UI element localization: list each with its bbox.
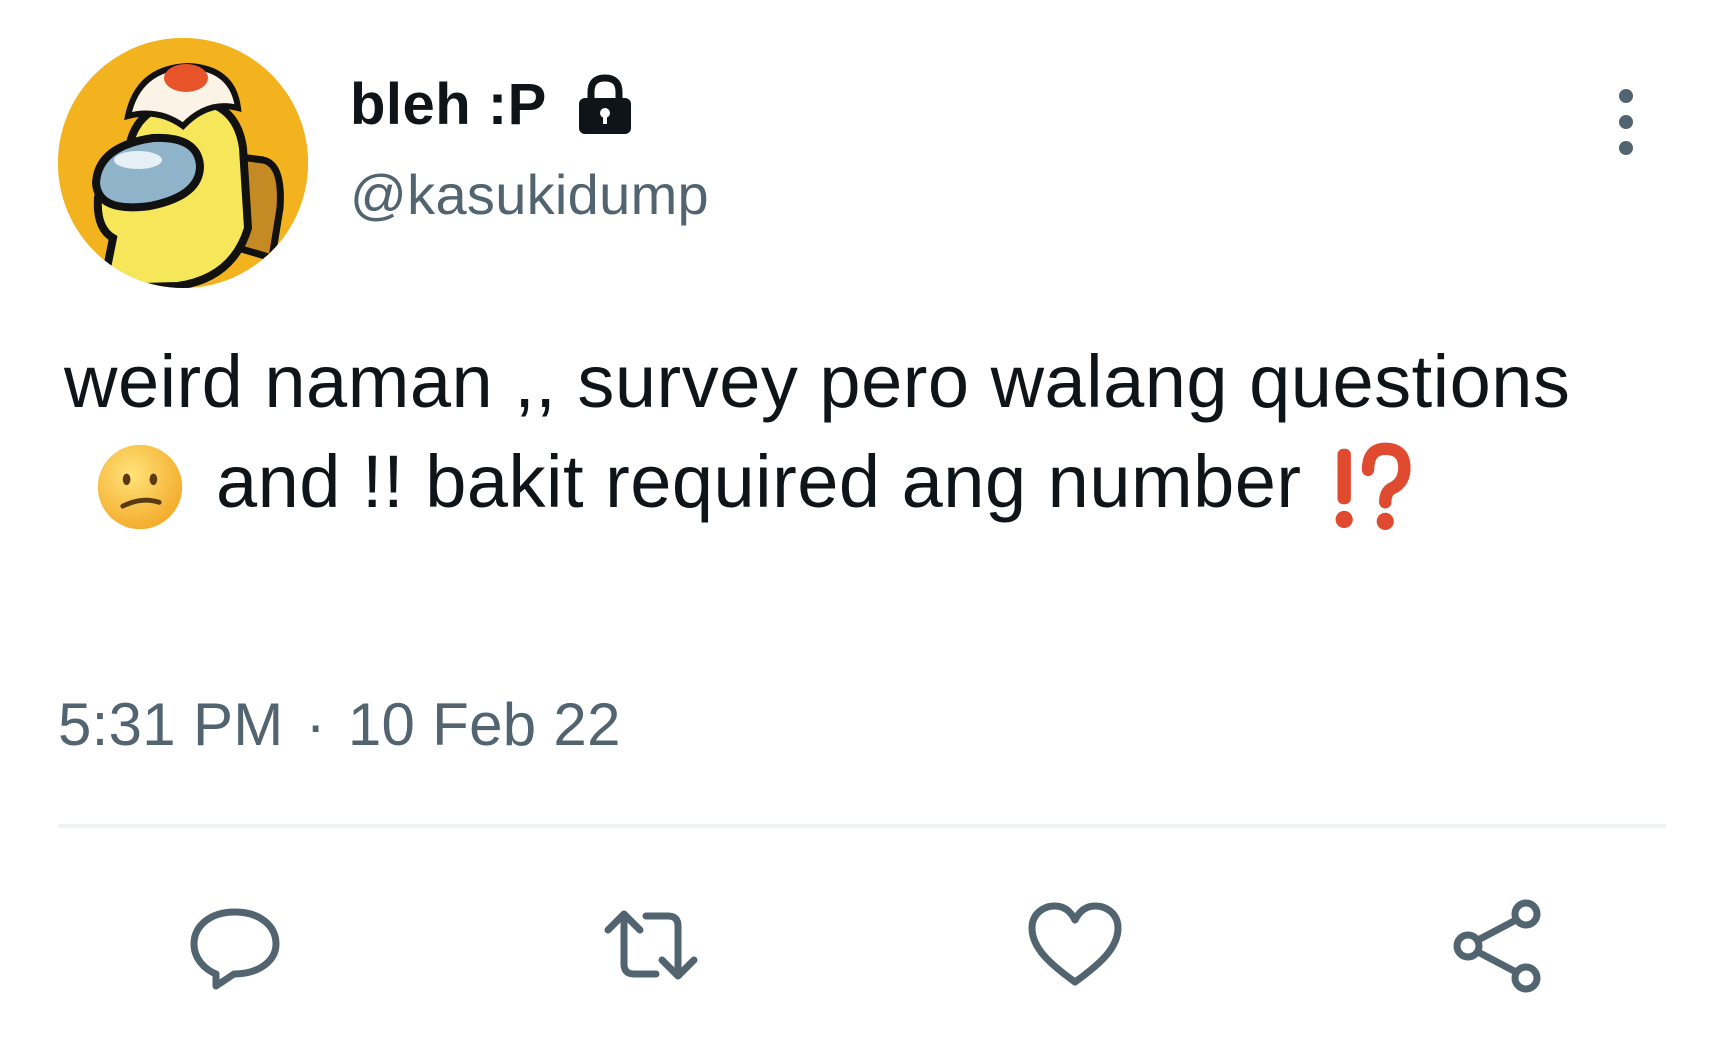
tweet-action-bar [0,890,1713,1000]
retweet-icon [604,910,698,980]
tweet-timestamp[interactable]: 5:31 PM · 10 Feb 22 [58,690,621,759]
display-name-row: bleh :P [350,68,641,140]
share-button[interactable] [1444,890,1554,1000]
user-handle[interactable]: @kasukidump [350,162,709,227]
avatar[interactable] [58,38,308,288]
exclamation-question-mark-emoji [1326,441,1412,533]
yellow-crewmate-avatar-icon [58,38,308,288]
reply-icon [190,908,280,990]
tweet-text-part1: weird naman ,, survey pero walang questi… [64,340,1571,423]
display-name[interactable]: bleh :P [350,71,547,138]
divider [58,824,1666,828]
meta-separator: · [305,691,326,758]
like-button[interactable] [1020,890,1130,1000]
reply-button[interactable] [180,890,290,1000]
retweet-button[interactable] [596,890,706,1000]
confused-face-emoji [94,441,186,533]
heart-icon [1028,902,1122,986]
tweet-text-part2: and !! bakit required ang number [216,440,1302,523]
more-options-button[interactable] [1600,82,1652,162]
share-icon [1453,899,1541,993]
tweet-text: weird naman ,, survey pero walang questi… [64,332,1644,533]
tweet-date: 10 Feb 22 [347,691,621,758]
lock-icon [569,68,641,140]
more-vertical-icon [1619,89,1633,155]
tweet-time: 5:31 PM [58,691,284,758]
